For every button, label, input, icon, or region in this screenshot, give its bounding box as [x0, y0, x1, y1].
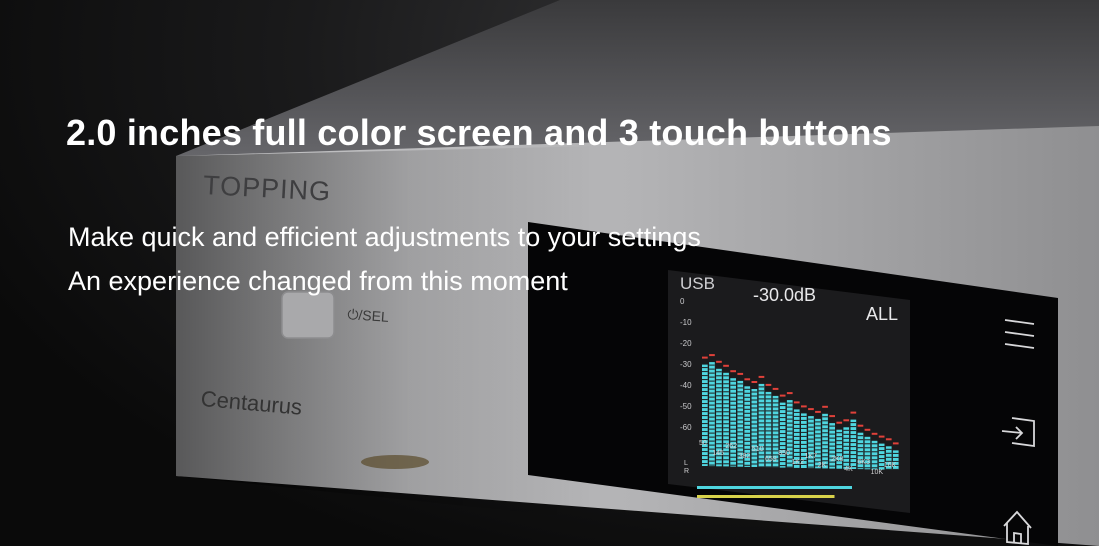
db-scale-label: 0 — [680, 297, 685, 306]
spectrum-peak — [786, 392, 793, 395]
subtitle-line-1: Make quick and efficient adjustments to … — [68, 222, 701, 252]
spectrum-peak — [793, 401, 800, 404]
product-banner: TOPPING ⏻/SEL Centaurus USB -30.0dB ALL … — [0, 0, 1099, 546]
spectrum-peak — [850, 411, 857, 414]
spectrum-peak — [815, 410, 821, 413]
frequency-label: 659 — [765, 456, 777, 463]
frequency-label: 262 — [725, 443, 738, 451]
spectrum-peak — [871, 432, 878, 435]
spectrum-peak — [723, 364, 729, 367]
spectrum-peak — [758, 375, 765, 378]
spectrum-peak — [730, 370, 736, 373]
db-scale-label: -50 — [680, 402, 692, 411]
db-scale-label: -60 — [680, 423, 692, 432]
channel-label: L — [684, 460, 688, 467]
spectrum-peak — [716, 360, 722, 363]
spectrum-peak — [822, 405, 828, 408]
frequency-label: 6K3 — [857, 459, 870, 467]
db-scale-label: -40 — [680, 381, 692, 390]
frequency-label: 1K7 — [804, 452, 818, 460]
db-scale-label: -10 — [680, 318, 692, 327]
channel-label: R — [684, 468, 690, 475]
frequency-label: 2K8 — [831, 456, 844, 463]
headline: 2.0 inches full color screen and 3 touch… — [66, 112, 892, 153]
spectrum-peak — [885, 438, 892, 441]
channel-level-bar — [697, 486, 852, 489]
db-scale-label: -30 — [680, 360, 692, 369]
spectrum-peak — [892, 442, 899, 445]
spectrum-peak — [836, 421, 843, 424]
lcd-volume: -30.0dB — [753, 285, 817, 305]
spectrum-peak — [857, 424, 864, 427]
spectrum-peak — [779, 394, 786, 397]
frequency-label: 145 — [712, 449, 724, 457]
frequency-label: 16K — [883, 462, 897, 470]
spectrum-peak — [751, 381, 758, 383]
frequency-label: 2K — [817, 462, 827, 470]
spectrum-bar — [808, 416, 814, 469]
spectrum-peak — [878, 435, 885, 438]
db-scale-label: -20 — [680, 339, 692, 348]
frequency-label: 10K — [870, 468, 884, 476]
spectrum-peak — [772, 387, 779, 390]
power-button — [281, 291, 335, 339]
frequency-label: 850 — [778, 449, 790, 457]
device-foot — [361, 455, 429, 469]
spectrum-peak — [765, 383, 772, 386]
spectrum-peak — [808, 408, 814, 411]
spectrum-peak — [843, 419, 850, 422]
spectrum-peak — [744, 378, 751, 381]
spectrum-bar — [871, 440, 878, 470]
frequency-label: 50 — [699, 440, 707, 447]
lcd-source: USB — [680, 274, 715, 293]
spectrum-peak — [829, 415, 835, 418]
spectrum-peak — [702, 356, 708, 359]
power-select-label: ⏻/SEL — [346, 306, 390, 325]
spectrum-peak — [801, 405, 807, 408]
device-brand-logo: TOPPING — [202, 170, 332, 207]
spectrum-peak — [737, 372, 744, 375]
spectrum-bar — [786, 400, 793, 468]
spectrum-peak — [709, 354, 715, 357]
frequency-label: 4K — [844, 465, 853, 473]
channel-level-bar — [697, 495, 835, 498]
frequency-label: 1K2 — [791, 459, 804, 467]
frequency-label: 382 — [738, 452, 751, 460]
subtitle-line-2: An experience changed from this moment — [68, 266, 568, 296]
lcd-mode: ALL — [866, 304, 899, 324]
frequency-label: 510 — [751, 446, 764, 454]
spectrum-peak — [864, 428, 871, 431]
